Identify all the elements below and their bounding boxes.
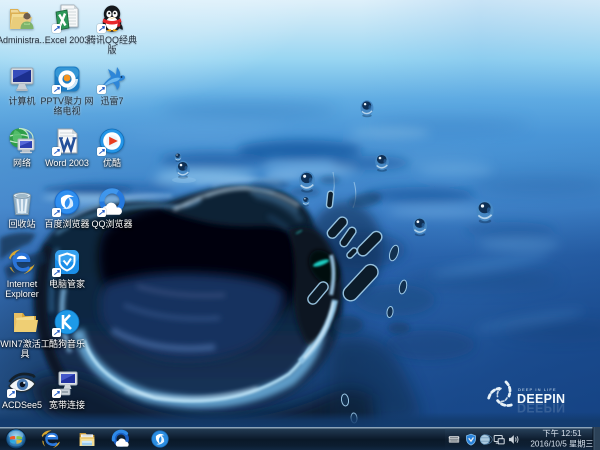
svg-text:2016/10/5 星期三: 2016/10/5 星期三 <box>530 440 593 449</box>
svg-text:下午 12:51: 下午 12:51 <box>542 428 582 438</box>
svg-text:DEEPIN: DEEPIN <box>517 401 565 415</box>
